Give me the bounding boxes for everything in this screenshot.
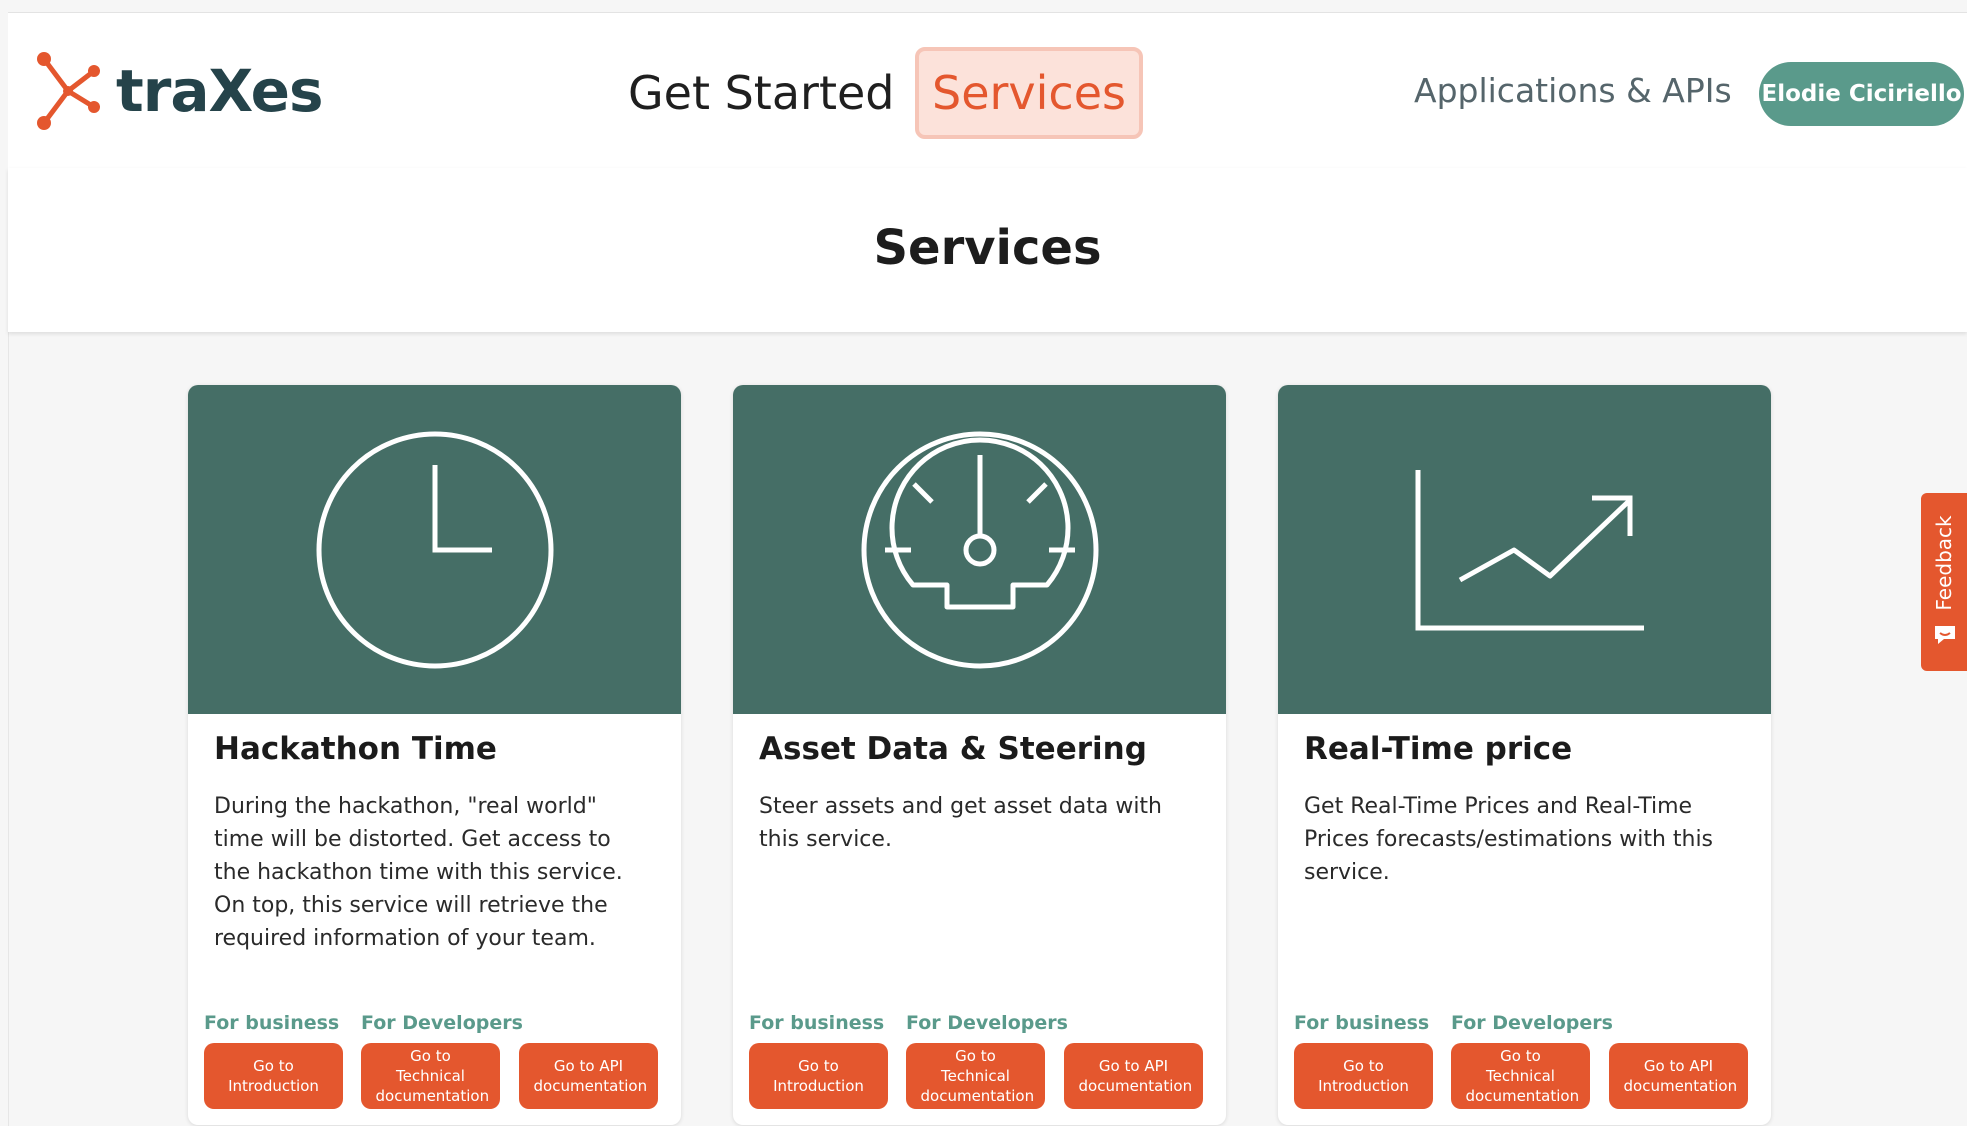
top-header: traXes Get Started Services Applications… — [8, 13, 1967, 169]
service-card-real-time-price: Real-Time price Get Real-Time Prices and… — [1278, 385, 1771, 1125]
nav-applications-apis[interactable]: Applications & APIs — [1414, 71, 1732, 110]
button-label: Go to API documentation — [1623, 1057, 1738, 1095]
network-logo-icon — [37, 52, 100, 130]
speedometer-icon — [861, 431, 1098, 668]
for-developers-label: For Developers — [906, 1012, 1068, 1034]
go-to-api-docs-button[interactable]: Go to API documentation — [1609, 1043, 1748, 1109]
go-to-api-docs-button[interactable]: Go to API documentation — [1064, 1043, 1203, 1109]
button-label: Go to API documentation — [1078, 1057, 1193, 1095]
card-image — [1278, 385, 1771, 714]
card-title: Hackathon Time — [214, 731, 497, 767]
brand-name: traXes — [116, 57, 323, 125]
user-menu-button[interactable]: Elodie Ciciriello — [1759, 62, 1964, 126]
button-label: Go to Technical documentation — [1465, 1047, 1580, 1105]
page-title-band: Services — [8, 168, 1967, 332]
chat-icon — [1935, 626, 1955, 644]
button-label: Go to Technical documentation — [375, 1047, 490, 1105]
go-to-technical-docs-button[interactable]: Go to Technical documentation — [906, 1043, 1045, 1109]
nav-services[interactable]: Services — [915, 47, 1143, 139]
go-to-introduction-button[interactable]: Go to Introduction — [204, 1043, 343, 1109]
page-title: Services — [873, 220, 1102, 276]
trending-chart-icon — [1415, 469, 1644, 630]
go-to-introduction-button[interactable]: Go to Introduction — [1294, 1043, 1433, 1109]
go-to-technical-docs-button[interactable]: Go to Technical documentation — [361, 1043, 500, 1109]
button-label: Go to Introduction — [228, 1057, 319, 1095]
card-image — [188, 385, 681, 714]
card-description: Get Real-Time Prices and Real-Time Price… — [1304, 794, 1714, 885]
for-business-label: For business — [1294, 1012, 1430, 1034]
for-business-label: For business — [204, 1012, 340, 1034]
for-business-label: For business — [749, 1012, 885, 1034]
nav-get-started[interactable]: Get Started — [628, 47, 894, 139]
logo[interactable]: traXes — [34, 49, 323, 133]
feedback-tab[interactable]: Feedback — [1921, 493, 1967, 671]
for-developers-label: For Developers — [361, 1012, 523, 1034]
button-label: Go to Introduction — [1318, 1057, 1409, 1095]
card-title: Asset Data & Steering — [759, 731, 1147, 767]
clock-icon — [316, 431, 553, 668]
card-title: Real-Time price — [1304, 731, 1573, 767]
for-developers-label: For Developers — [1451, 1012, 1613, 1034]
card-description: Steer assets and get asset data with thi… — [759, 794, 1163, 852]
go-to-api-docs-button[interactable]: Go to API documentation — [519, 1043, 658, 1109]
service-card-asset-data-steering: Asset Data & Steering Steer assets and g… — [733, 385, 1226, 1125]
go-to-introduction-button[interactable]: Go to Introduction — [749, 1043, 888, 1109]
go-to-technical-docs-button[interactable]: Go to Technical documentation — [1451, 1043, 1590, 1109]
button-label: Go to Technical documentation — [920, 1047, 1035, 1105]
service-card-hackathon-time: Hackathon Time During the hackathon, "re… — [188, 385, 681, 1125]
card-image — [733, 385, 1226, 714]
button-label: Go to API documentation — [533, 1057, 648, 1095]
card-description: During the hackathon, "real world" time … — [214, 794, 623, 951]
button-label: Go to Introduction — [773, 1057, 864, 1095]
feedback-label: Feedback — [1932, 515, 1956, 611]
